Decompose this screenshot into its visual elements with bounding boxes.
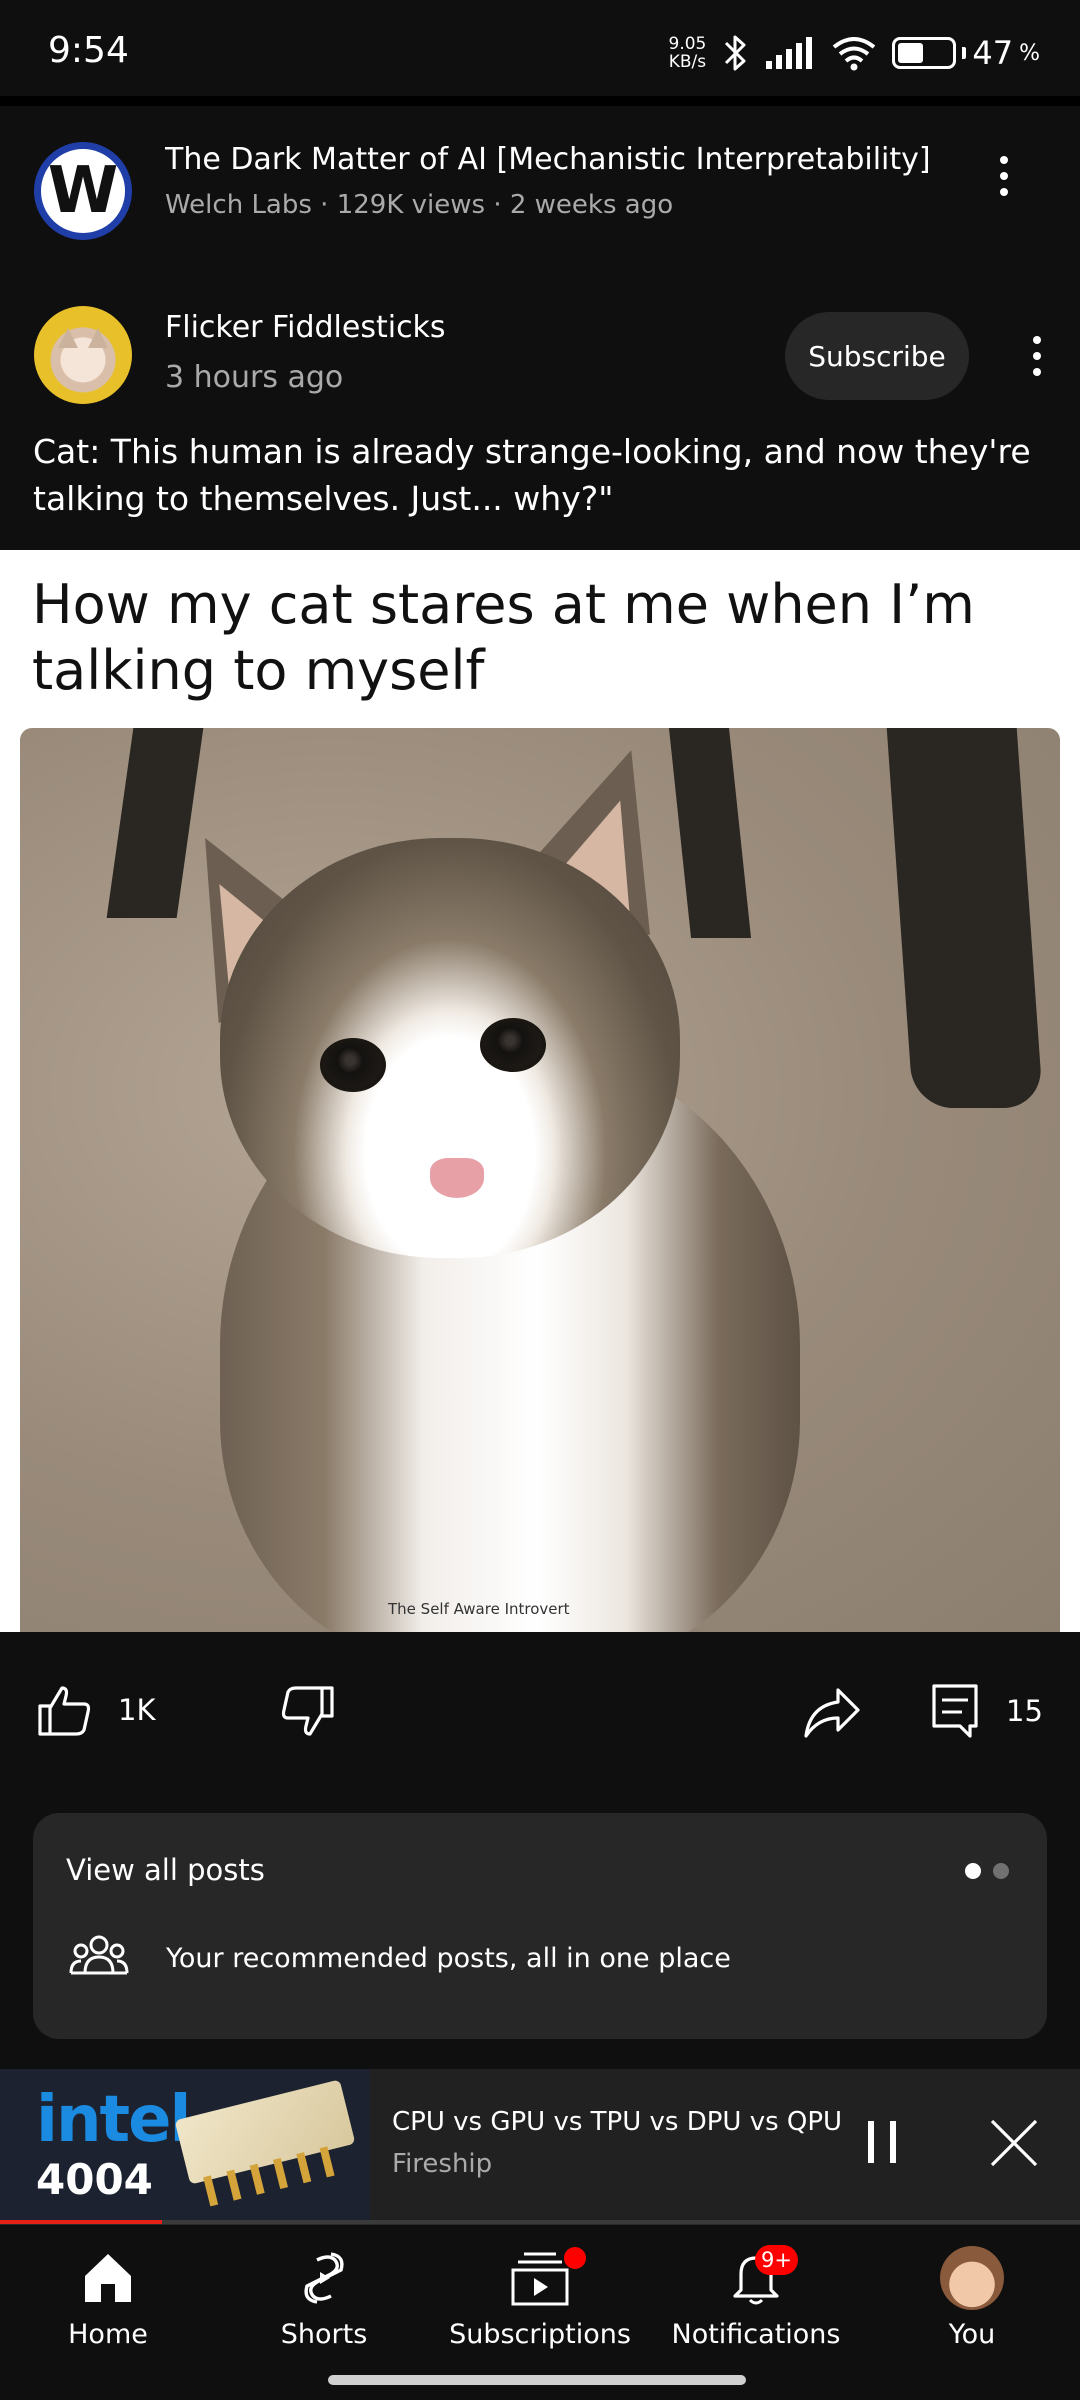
- thumb-up-icon: [38, 1686, 91, 1736]
- cat-eye: [480, 1018, 546, 1072]
- image-caption: How my cat stares at me when I’m talking…: [32, 573, 975, 702]
- home-icon: [85, 2254, 131, 2302]
- bottom-navigation: Home Shorts Subscriptions 9+ Notificatio…: [0, 2224, 1080, 2400]
- video-title[interactable]: The Dark Matter of AI [Mechanistic Inter…: [165, 142, 985, 177]
- nav-label: You: [948, 2319, 996, 2350]
- comments-button[interactable]: 15: [930, 1682, 1043, 1740]
- battery-percent: 47: [972, 34, 1014, 72]
- status-bar: 9:54 9.05 KB/s 47%: [0, 0, 1080, 100]
- nav-label: Subscriptions: [449, 2319, 631, 2350]
- network-speed-value: 9.05: [668, 34, 707, 54]
- comment-count: 15: [1006, 1694, 1043, 1728]
- network-speed-unit: KB/s: [668, 52, 707, 72]
- video-list-item[interactable]: W The Dark Matter of AI [Mechanistic Int…: [0, 106, 1080, 286]
- nav-label: Home: [68, 2319, 148, 2350]
- subscriptions-icon: [511, 2252, 569, 2306]
- view-all-posts-title[interactable]: View all posts: [66, 1853, 265, 1887]
- nav-notifications[interactable]: 9+ Notifications: [651, 2245, 861, 2350]
- mini-player-channel: Fireship: [392, 2149, 493, 2179]
- like-button[interactable]: 1K: [36, 1682, 155, 1738]
- home-indicator[interactable]: [328, 2375, 746, 2385]
- like-count: 1K: [118, 1693, 156, 1727]
- chair-leg: [886, 728, 1044, 1108]
- comment-icon: [932, 1684, 978, 1738]
- network-speed: 9.05 KB/s: [669, 35, 707, 71]
- carousel-dots: [965, 1863, 1009, 1879]
- carousel-dot-active: [965, 1863, 981, 1879]
- share-icon: [804, 1688, 860, 1738]
- cat-photo: The Self Aware Introvert: [20, 728, 1060, 1632]
- cat-eye: [320, 1038, 386, 1092]
- nav-subscriptions[interactable]: Subscriptions: [435, 2245, 645, 2350]
- post-text: Cat: This human is already strange-looki…: [33, 432, 1031, 518]
- battery-indicator: 47%: [892, 34, 1040, 72]
- mini-player-title[interactable]: CPU vs GPU vs TPU vs DPU vs QPU: [392, 2107, 842, 2137]
- view-all-posts-subtitle: Your recommended posts, all in one place: [166, 1943, 731, 1974]
- pause-icon[interactable]: [862, 2117, 902, 2167]
- cat-nose: [430, 1158, 484, 1198]
- battery-percent-suffix: %: [1019, 40, 1040, 66]
- share-button[interactable]: [802, 1684, 862, 1740]
- close-icon[interactable]: [988, 2117, 1040, 2169]
- view-all-posts-card[interactable]: View all posts Your recommended posts, a…: [33, 1813, 1047, 2039]
- video-more-icon[interactable]: [984, 146, 1024, 206]
- nav-label: Shorts: [280, 2319, 368, 2350]
- people-icon: [69, 1935, 129, 1975]
- channel-name[interactable]: Flicker Fiddlesticks: [165, 310, 446, 345]
- carousel-dot: [993, 1863, 1009, 1879]
- nav-label: Notifications: [671, 2319, 841, 2350]
- battery-icon: [892, 37, 957, 69]
- channel-avatar[interactable]: W: [34, 142, 132, 240]
- bluetooth-icon: [725, 35, 746, 71]
- status-time: 9:54: [48, 30, 129, 71]
- nav-home[interactable]: Home: [3, 2245, 213, 2350]
- subscribe-button[interactable]: Subscribe: [785, 312, 969, 400]
- status-icons: 9.05 KB/s 47%: [669, 28, 1040, 78]
- post-more-icon[interactable]: [1017, 326, 1057, 386]
- post-image[interactable]: How my cat stares at me when I’m talking…: [0, 550, 1080, 1632]
- nav-shorts[interactable]: Shorts: [219, 2245, 429, 2350]
- new-content-dot: [564, 2247, 586, 2269]
- shorts-icon: [304, 2252, 344, 2304]
- mini-player[interactable]: intel. 4004 CPU vs GPU vs TPU vs DPU vs …: [0, 2069, 1080, 2226]
- channel-avatar[interactable]: [34, 306, 132, 404]
- video-meta: Welch Labs · 129K views · 2 weeks ago: [165, 190, 674, 220]
- nav-you[interactable]: You: [867, 2245, 1077, 2350]
- battery-nub: [962, 47, 967, 59]
- thumb-down-icon: [281, 1686, 334, 1736]
- post-header: Flicker Fiddlesticks 3 hours ago Subscri…: [0, 286, 1080, 550]
- signal-icon: [766, 37, 813, 69]
- post-time: 3 hours ago: [165, 360, 344, 395]
- post-actions: 1K 15: [0, 1632, 1080, 1792]
- scrolled-edge: [0, 96, 1080, 106]
- image-watermark: The Self Aware Introvert: [388, 1600, 570, 1618]
- notifications-badge: 9+: [755, 2245, 798, 2275]
- battery-fill: [898, 43, 923, 63]
- mini-player-thumbnail[interactable]: intel. 4004: [0, 2069, 370, 2222]
- avatar: [940, 2246, 1004, 2310]
- thumbnail-number: 4004: [36, 2155, 153, 2204]
- wifi-icon: [833, 37, 876, 71]
- dislike-button[interactable]: [280, 1684, 336, 1740]
